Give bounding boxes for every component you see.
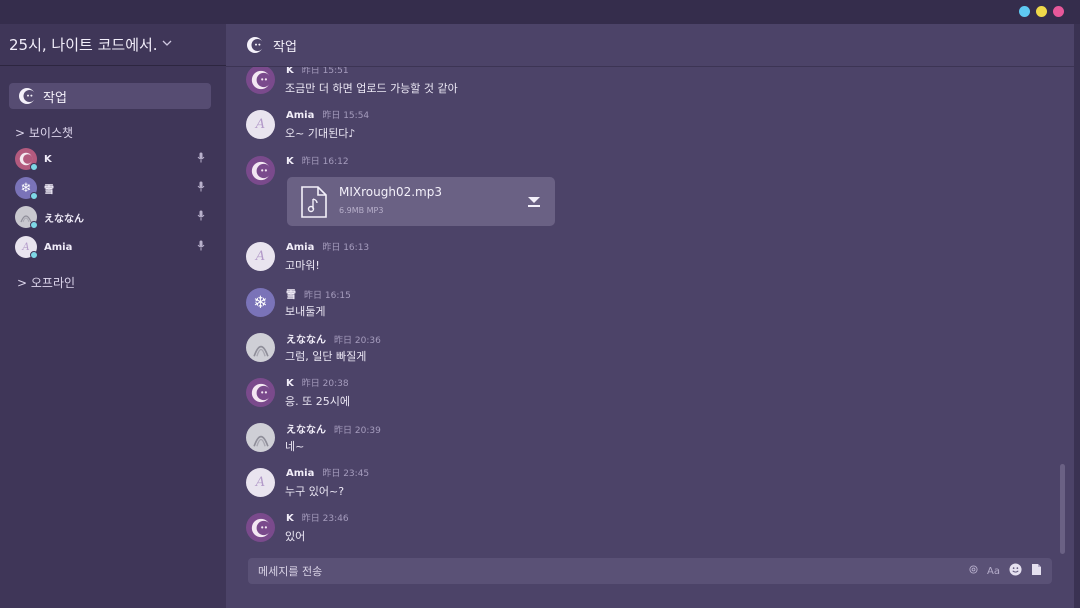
window-border (1074, 24, 1080, 608)
message-timestamp: 昨日 16:12 (301, 157, 349, 167)
message-text: 고마워! (285, 259, 320, 272)
window-control-yellow[interactable] (1036, 6, 1047, 17)
snowflake-avatar[interactable]: ❄ (246, 288, 275, 317)
microphone-icon (197, 152, 205, 166)
server-name: 25시, 나이트 코드에서. (9, 36, 158, 54)
k-avatar[interactable] (246, 156, 275, 185)
channel-item-work[interactable]: 작업 (9, 83, 211, 109)
message-timestamp: 昨日 16:13 (322, 243, 370, 253)
message-text: 그럼, 일단 빠질게 (285, 350, 367, 363)
k-avatar (15, 148, 38, 171)
amia-avatar[interactable]: A (246, 468, 275, 497)
attachment-filename[interactable]: MIXrough02.mp3 (339, 185, 442, 199)
snowflake-avatar: ❄ (15, 177, 38, 200)
channel-title: 작업 (273, 39, 297, 55)
member-name: K (44, 153, 52, 165)
message-timestamp: 昨日 15:54 (322, 111, 370, 121)
amia-avatar: A (15, 236, 38, 259)
member-name: 雪 (44, 184, 54, 196)
mention-icon[interactable] (969, 565, 978, 577)
message-author[interactable]: K (286, 378, 294, 389)
message-author[interactable]: K (286, 156, 294, 167)
message-text: 보내둘게 (285, 305, 326, 318)
server-header[interactable]: 25시, 나이트 코드에서. (0, 24, 226, 66)
file-icon[interactable] (1031, 563, 1042, 579)
message-author[interactable]: Amia (286, 110, 314, 121)
message-author[interactable]: K (286, 513, 294, 524)
voice-member-k[interactable]: K (15, 147, 211, 171)
attachment-meta: 6.9MB MP3 (339, 206, 384, 215)
voice-member-enanan[interactable]: えななん (15, 205, 211, 229)
message-scrollbar[interactable] (1060, 464, 1065, 554)
member-name: Amia (44, 241, 73, 253)
message-text: 오~ 기대된다♪ (285, 127, 356, 140)
message-text: 있어 (285, 530, 306, 543)
chevron-down-icon (162, 39, 172, 50)
message-timestamp: 昨日 16:15 (304, 291, 351, 301)
title-bar (0, 0, 1080, 24)
audio-file-icon (301, 186, 327, 218)
online-status-icon (30, 163, 38, 171)
microphone-icon (197, 181, 205, 195)
message-composer: Aa (248, 558, 1052, 584)
online-status-icon (30, 192, 38, 200)
member-name: えななん (44, 213, 84, 225)
online-status-icon (30, 221, 38, 229)
message-timestamp: 昨日 20:38 (301, 379, 349, 389)
message-timestamp: 昨日 23:46 (301, 514, 349, 524)
message-timestamp: 昨日 23:45 (322, 469, 370, 479)
enanan-avatar (15, 206, 38, 229)
window-control-pink[interactable] (1053, 6, 1064, 17)
download-icon[interactable] (527, 194, 541, 208)
crescent-moon-icon (247, 37, 264, 53)
message-text: 네~ (285, 440, 305, 453)
crescent-moon-icon (19, 88, 36, 104)
voice-member-amia[interactable]: A Amia (15, 235, 211, 259)
message-author[interactable]: Amia (286, 468, 314, 479)
window-control-blue[interactable] (1019, 6, 1030, 17)
message-author[interactable]: 雪 (286, 290, 296, 301)
message-timestamp: 昨日 20:36 (334, 336, 381, 346)
message-text: 조금만 더 하면 업로드 가능할 것 같아 (285, 82, 458, 95)
emoji-icon[interactable] (1009, 563, 1022, 579)
message-text: 응. 또 25시에 (285, 395, 350, 408)
file-attachment[interactable]: MIXrough02.mp3 6.9MB MP3 (287, 177, 555, 226)
composer-tools: Aa (969, 563, 1042, 579)
chat-panel: 작업 K 昨日 15:51 조금만 더 하면 업로드 가능할 것 같아 A Ami… (226, 24, 1074, 608)
message-author[interactable]: えななん (286, 425, 326, 436)
offline-section[interactable]: > 오프라인 (17, 274, 75, 291)
window-controls (1019, 6, 1064, 17)
message-list: K 昨日 15:51 조금만 더 하면 업로드 가능할 것 같아 A Amia 昨日… (226, 67, 1074, 551)
channel-label: 작업 (43, 90, 67, 106)
message-timestamp: 昨日 20:39 (334, 426, 381, 436)
amia-avatar[interactable]: A (246, 242, 275, 271)
voice-member-yuki[interactable]: ❄ 雪 (15, 176, 211, 200)
message-author[interactable]: K (286, 67, 294, 76)
voice-chat-section[interactable]: > 보이스챗 (15, 124, 73, 141)
k-avatar[interactable] (246, 378, 275, 407)
channel-header: 작업 (226, 24, 1074, 67)
microphone-icon (197, 210, 205, 224)
format-text-icon[interactable]: Aa (987, 566, 1000, 577)
online-status-icon (30, 251, 38, 259)
k-avatar[interactable] (246, 67, 275, 94)
message-text: 누구 있어~? (285, 485, 345, 498)
amia-avatar[interactable]: A (246, 110, 275, 139)
message-author[interactable]: えななん (286, 335, 326, 346)
message-author[interactable]: Amia (286, 242, 314, 253)
enanan-avatar[interactable] (246, 333, 275, 362)
enanan-avatar[interactable] (246, 423, 275, 452)
message-input[interactable] (258, 564, 970, 578)
sidebar: 25시, 나이트 코드에서. 작업 > 보이스챗 K ❄ 雪 えななん A Am… (0, 24, 226, 608)
message-timestamp: 昨日 15:51 (301, 67, 349, 76)
k-avatar[interactable] (246, 513, 275, 542)
microphone-icon (197, 240, 205, 254)
